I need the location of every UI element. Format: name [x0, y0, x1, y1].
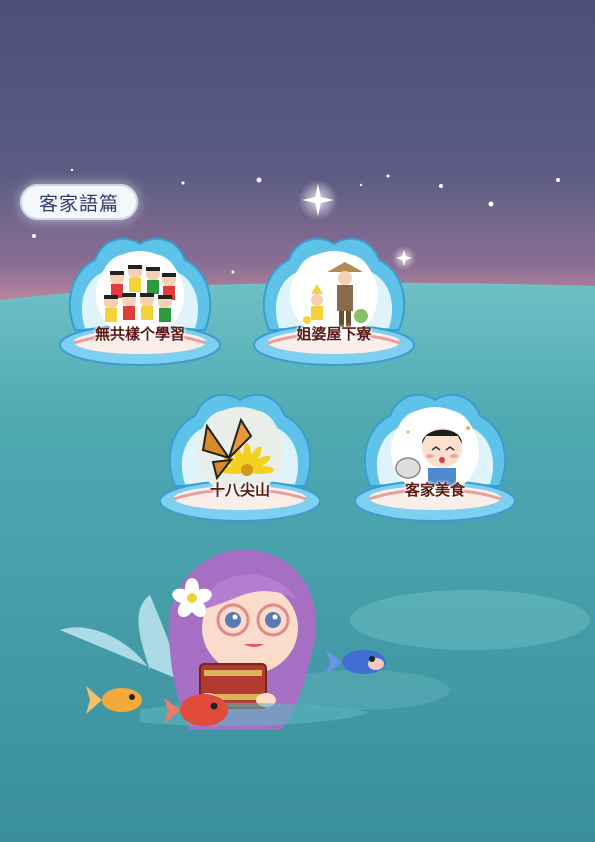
- section-badge: 客家語篇: [20, 184, 138, 220]
- blue-fish: [326, 650, 386, 674]
- menu-item-eighteen-peaks-mountain[interactable]: 十八尖山: [155, 386, 325, 536]
- grandmother-visit-illustration: [303, 262, 368, 327]
- section-badge-label: 客家語篇: [38, 192, 119, 215]
- butterfly-flower-illustration: [201, 417, 274, 481]
- menu-item-hakka-food[interactable]: 客家美食: [350, 386, 520, 536]
- menu-item-label: 姐婆屋下寮: [296, 325, 372, 343]
- menu-item-different-learning[interactable]: 無共樣个學習: [55, 230, 225, 380]
- menu-item-grandmother-house[interactable]: 姐婆屋下寮: [249, 230, 419, 380]
- goldfish: [86, 686, 142, 714]
- menu-item-label: 客家美食: [404, 481, 465, 499]
- children-group-illustration: [104, 265, 176, 322]
- menu-item-label: 無共樣个學習: [94, 325, 185, 343]
- boy-eating-illustration: [395, 426, 470, 486]
- menu-item-label: 十八尖山: [209, 481, 270, 499]
- mermaid-illustration: [60, 549, 386, 730]
